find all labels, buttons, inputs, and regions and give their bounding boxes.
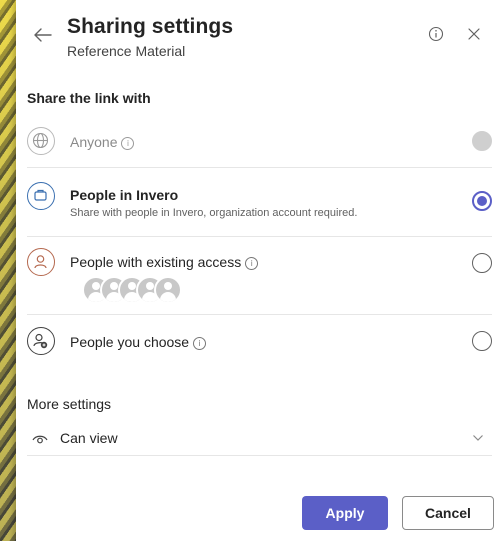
divider [27,314,492,315]
more-settings-label: More settings [27,396,112,412]
option-existing-access[interactable]: People with existing access i [27,248,492,304]
page-subtitle: Reference Material [67,43,186,59]
people-access-icon [27,248,55,276]
radio-people-in-invero[interactable] [472,191,492,211]
option-people-in-invero-description: Share with people in Invero, organizatio… [70,207,358,219]
person-add-icon [27,327,55,355]
option-people-in-invero[interactable]: People in Invero Share with people in In… [27,182,492,224]
option-anyone[interactable]: Anyone i [27,126,492,156]
divider [27,167,492,168]
permission-dropdown[interactable]: Can view [27,423,492,456]
option-existing-access-text: People with existing access [70,254,242,270]
option-existing-access-label: People with existing access i [70,254,259,270]
divider [27,236,492,237]
back-button[interactable] [32,24,54,46]
close-icon [468,28,480,40]
share-link-section-label: Share the link with [27,90,151,106]
close-button[interactable] [466,26,482,42]
option-people-you-choose-label: People you choose i [70,334,207,350]
permission-value: Can view [60,430,118,446]
sharing-settings-panel: Sharing settings Reference Material Shar… [16,0,500,541]
page-title: Sharing settings [67,15,234,38]
info-icon[interactable]: i [245,257,259,270]
arrow-left-icon [34,28,52,42]
option-people-you-choose[interactable]: People you choose i [27,326,492,356]
info-icon[interactable]: i [121,137,135,150]
radio-existing-access[interactable] [472,253,492,273]
radio-people-you-choose[interactable] [472,331,492,351]
radio-anyone[interactable] [472,131,492,151]
avatar [154,276,182,304]
apply-button[interactable]: Apply [302,496,388,530]
panel-header: Sharing settings Reference Material [16,0,500,76]
cancel-button[interactable]: Cancel [402,496,494,530]
info-icon[interactable]: i [193,337,207,350]
option-people-you-choose-text: People you choose [70,334,190,350]
info-button[interactable] [428,26,444,42]
option-people-in-invero-label: People in Invero [70,187,179,203]
globe-icon [27,127,55,155]
eye-icon [32,435,48,444]
info-icon [428,26,444,42]
organization-icon [27,182,55,210]
option-anyone-text: Anyone [70,134,118,150]
chevron-down-icon [473,435,483,441]
option-anyone-label: Anyone i [70,134,135,150]
